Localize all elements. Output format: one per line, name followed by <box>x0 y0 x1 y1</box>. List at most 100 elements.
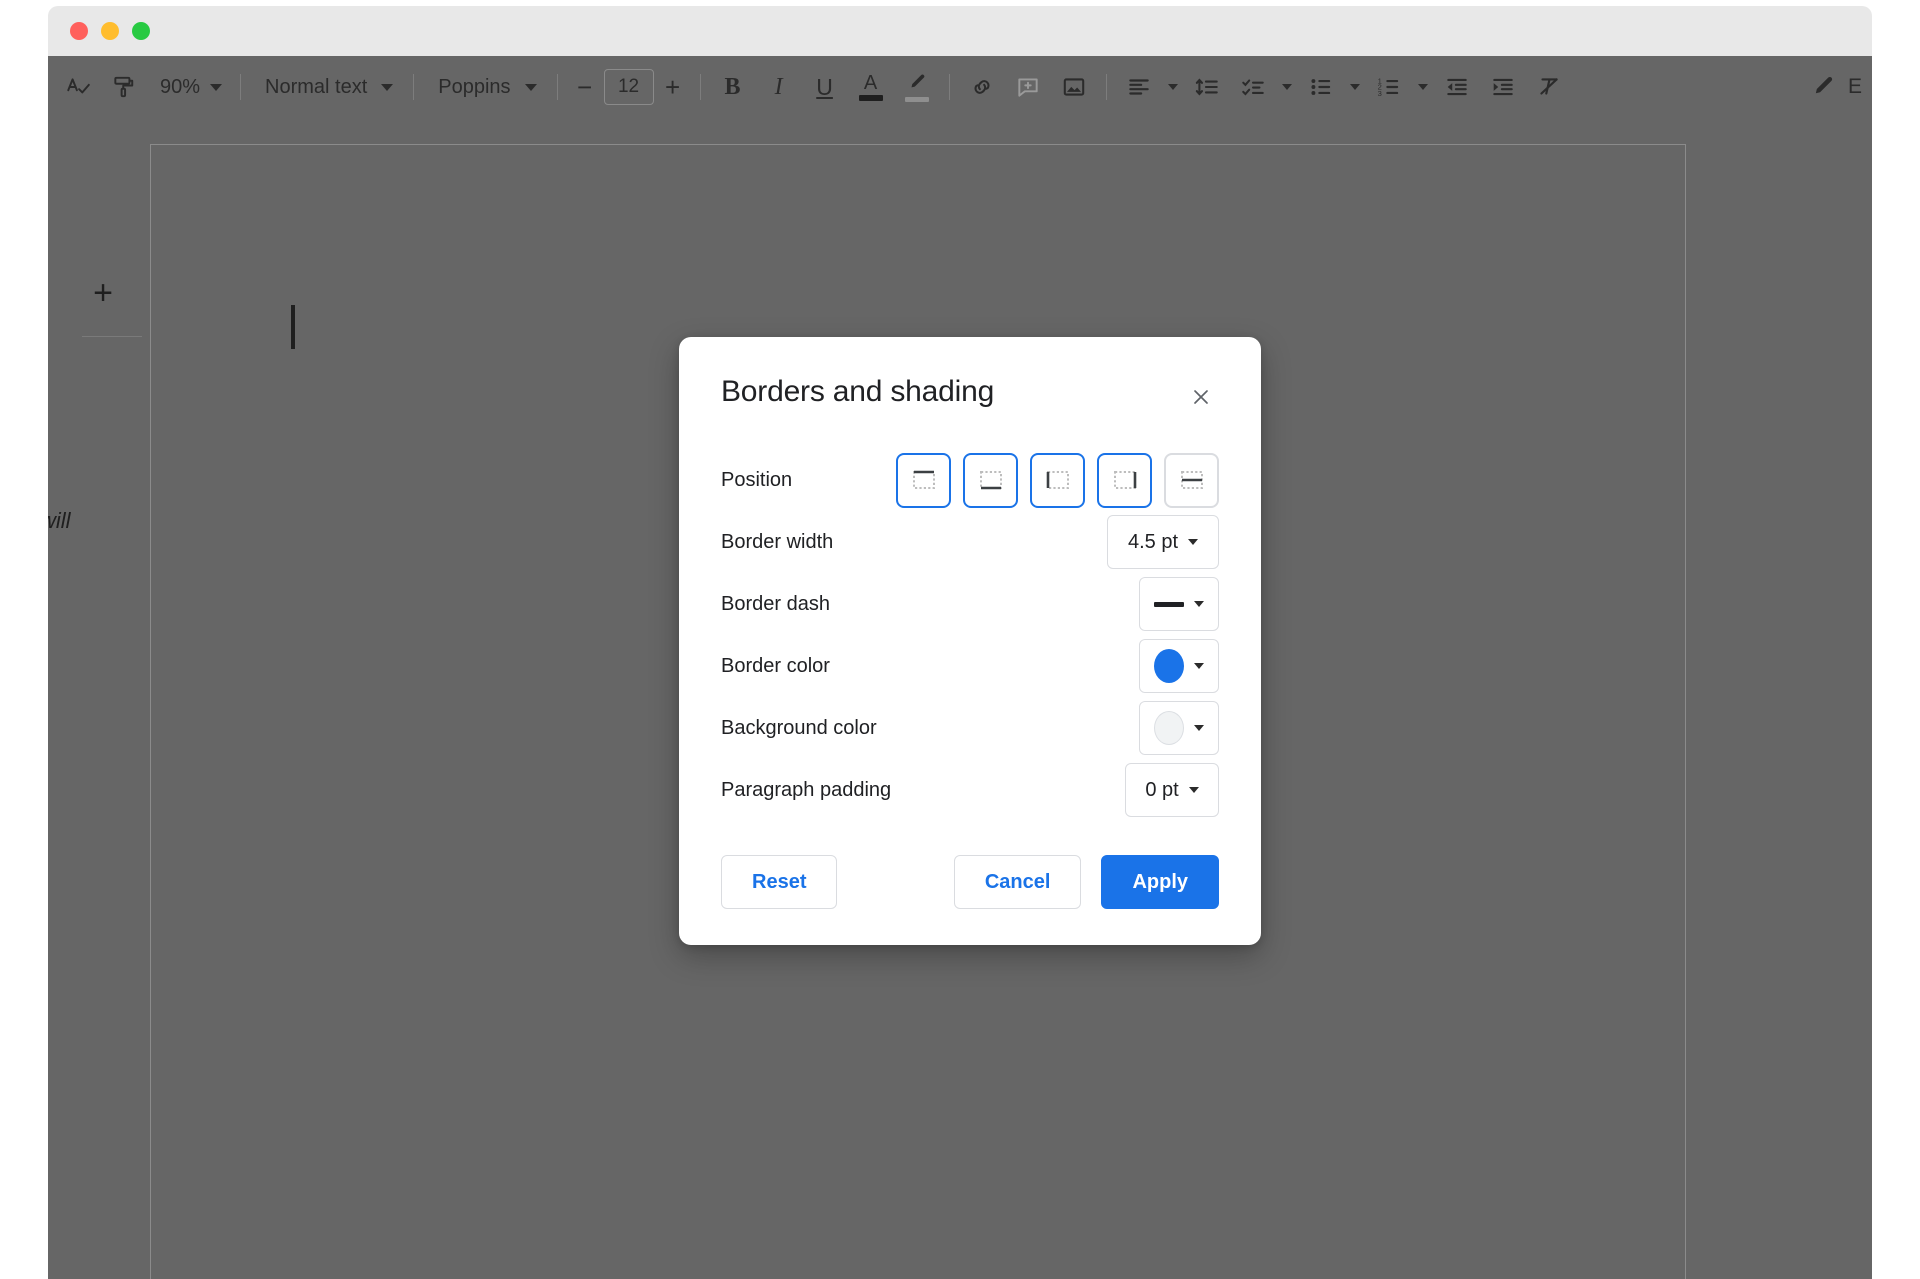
position-button-group <box>896 452 1219 508</box>
toolbar-divider <box>240 74 242 100</box>
border-dash-row: Border dash <box>721 573 1219 635</box>
traffic-lights <box>70 22 150 40</box>
background-color-control <box>1139 701 1219 755</box>
window-titlebar <box>48 6 1872 56</box>
paragraph-padding-value: 0 pt <box>1145 778 1179 801</box>
bulleted-list-icon[interactable] <box>1299 65 1343 109</box>
font-family-dropdown[interactable]: Poppins <box>424 65 546 109</box>
dialog-header: Borders and shading <box>721 375 1219 415</box>
zoom-level-value: 90% <box>160 75 201 98</box>
border-color-label: Border color <box>721 654 830 677</box>
clear-formatting-icon[interactable] <box>1527 65 1571 109</box>
border-color-dropdown[interactable] <box>1139 639 1219 693</box>
reset-button[interactable]: Reset <box>721 855 838 909</box>
position-label: Position <box>721 468 793 491</box>
borders-and-shading-dialog: Borders and shading Position Border widt… <box>679 337 1261 945</box>
dialog-footer: Reset Cancel Apply <box>721 855 1219 909</box>
underline-button[interactable]: U <box>803 65 847 109</box>
zoom-window-button[interactable] <box>132 22 150 40</box>
document-outline-pane: + will <box>48 118 150 1279</box>
toolbar-divider <box>699 74 701 100</box>
border-right-icon[interactable] <box>1097 452 1152 508</box>
link-icon[interactable] <box>960 65 1004 109</box>
checklist-icon[interactable] <box>1231 65 1275 109</box>
border-color-row: Border color <box>721 635 1219 697</box>
chevron-down-icon <box>1188 539 1199 545</box>
align-dropdown-caret[interactable] <box>1163 65 1183 109</box>
spellcheck-icon[interactable] <box>56 65 100 109</box>
italic-button[interactable]: I <box>757 65 801 109</box>
background-color-row: Background color <box>721 697 1219 759</box>
background-color-swatch <box>1154 711 1184 745</box>
border-dash-label: Border dash <box>721 592 830 615</box>
chevron-down-icon <box>1167 84 1178 90</box>
app-root: 90% Normal text Poppins − 12 + B I U A 1… <box>0 0 1920 1279</box>
highlight-color-swatch <box>904 97 929 102</box>
chevron-down-icon <box>524 83 537 91</box>
numbered-list-icon[interactable]: 1 2 3 <box>1367 65 1411 109</box>
border-left-icon[interactable] <box>1030 452 1085 508</box>
border-dash-control <box>1139 577 1219 631</box>
dialog-title: Borders and shading <box>721 375 995 408</box>
insert-image-icon[interactable] <box>1052 65 1096 109</box>
border-width-control: 4.5 pt <box>1107 515 1219 569</box>
outline-divider <box>82 336 142 337</box>
align-left-icon[interactable] <box>1117 65 1161 109</box>
chevron-down-icon <box>210 83 223 91</box>
increase-indent-icon[interactable] <box>1481 65 1525 109</box>
border-top-icon[interactable] <box>896 452 951 508</box>
bulleted-list-dropdown-caret[interactable] <box>1345 65 1365 109</box>
paragraph-style-dropdown[interactable]: Normal text <box>251 65 403 109</box>
background-color-label: Background color <box>721 716 877 739</box>
text-color-swatch <box>858 95 883 101</box>
svg-text:3: 3 <box>1377 89 1381 98</box>
bold-button[interactable]: B <box>711 65 755 109</box>
paint-format-icon[interactable] <box>102 65 146 109</box>
cancel-button[interactable]: Cancel <box>953 855 1082 909</box>
chevron-down-icon <box>1349 84 1360 90</box>
font-size-input[interactable]: 12 <box>603 69 654 105</box>
line-spacing-icon[interactable] <box>1185 65 1229 109</box>
font-family-value: Poppins <box>438 75 511 98</box>
border-width-label: Border width <box>721 530 834 553</box>
add-comment-icon[interactable] <box>1006 65 1050 109</box>
chevron-down-icon <box>1417 84 1428 90</box>
highlight-pen-icon[interactable] <box>895 65 939 109</box>
minimize-window-button[interactable] <box>101 22 119 40</box>
toolbar-divider <box>556 74 558 100</box>
paragraph-padding-dropdown[interactable]: 0 pt <box>1125 763 1219 817</box>
border-dash-dropdown[interactable] <box>1139 577 1219 631</box>
add-outline-button[interactable]: + <box>86 276 120 310</box>
pencil-edit-icon <box>1815 77 1833 94</box>
text-color-label: A <box>863 72 878 94</box>
chevron-down-icon <box>1188 787 1199 793</box>
border-color-control <box>1139 639 1219 693</box>
chevron-down-icon <box>1194 663 1204 669</box>
border-bottom-icon[interactable] <box>963 452 1018 508</box>
border-between-icon[interactable] <box>1164 452 1219 508</box>
chevron-down-icon <box>381 83 394 91</box>
border-width-dropdown[interactable]: 4.5 pt <box>1107 515 1219 569</box>
editing-mode-label: E <box>1847 75 1862 98</box>
zoom-level-dropdown[interactable]: 90% <box>148 65 230 109</box>
numbered-list-dropdown-caret[interactable] <box>1413 65 1433 109</box>
editing-mode-button[interactable]: E <box>1810 74 1872 100</box>
border-width-value: 4.5 pt <box>1127 530 1179 553</box>
outline-snippet: will <box>48 508 71 533</box>
border-width-row: Border width 4.5 pt <box>721 511 1219 573</box>
toolbar-divider <box>1105 74 1107 100</box>
underline-label: U <box>816 73 833 100</box>
solid-line-icon <box>1154 601 1184 607</box>
text-color-button[interactable]: A <box>849 65 893 109</box>
decrease-font-size-button[interactable]: − <box>568 67 602 107</box>
decrease-indent-icon[interactable] <box>1435 65 1479 109</box>
paragraph-padding-row: Paragraph padding 0 pt <box>721 759 1219 821</box>
apply-button[interactable]: Apply <box>1101 855 1219 909</box>
close-window-button[interactable] <box>70 22 88 40</box>
chevron-down-icon <box>1281 84 1292 90</box>
background-color-dropdown[interactable] <box>1139 701 1219 755</box>
increase-font-size-button[interactable]: + <box>656 67 690 107</box>
chevron-down-icon <box>1194 725 1204 731</box>
close-icon[interactable] <box>1183 379 1219 415</box>
checklist-dropdown-caret[interactable] <box>1277 65 1297 109</box>
